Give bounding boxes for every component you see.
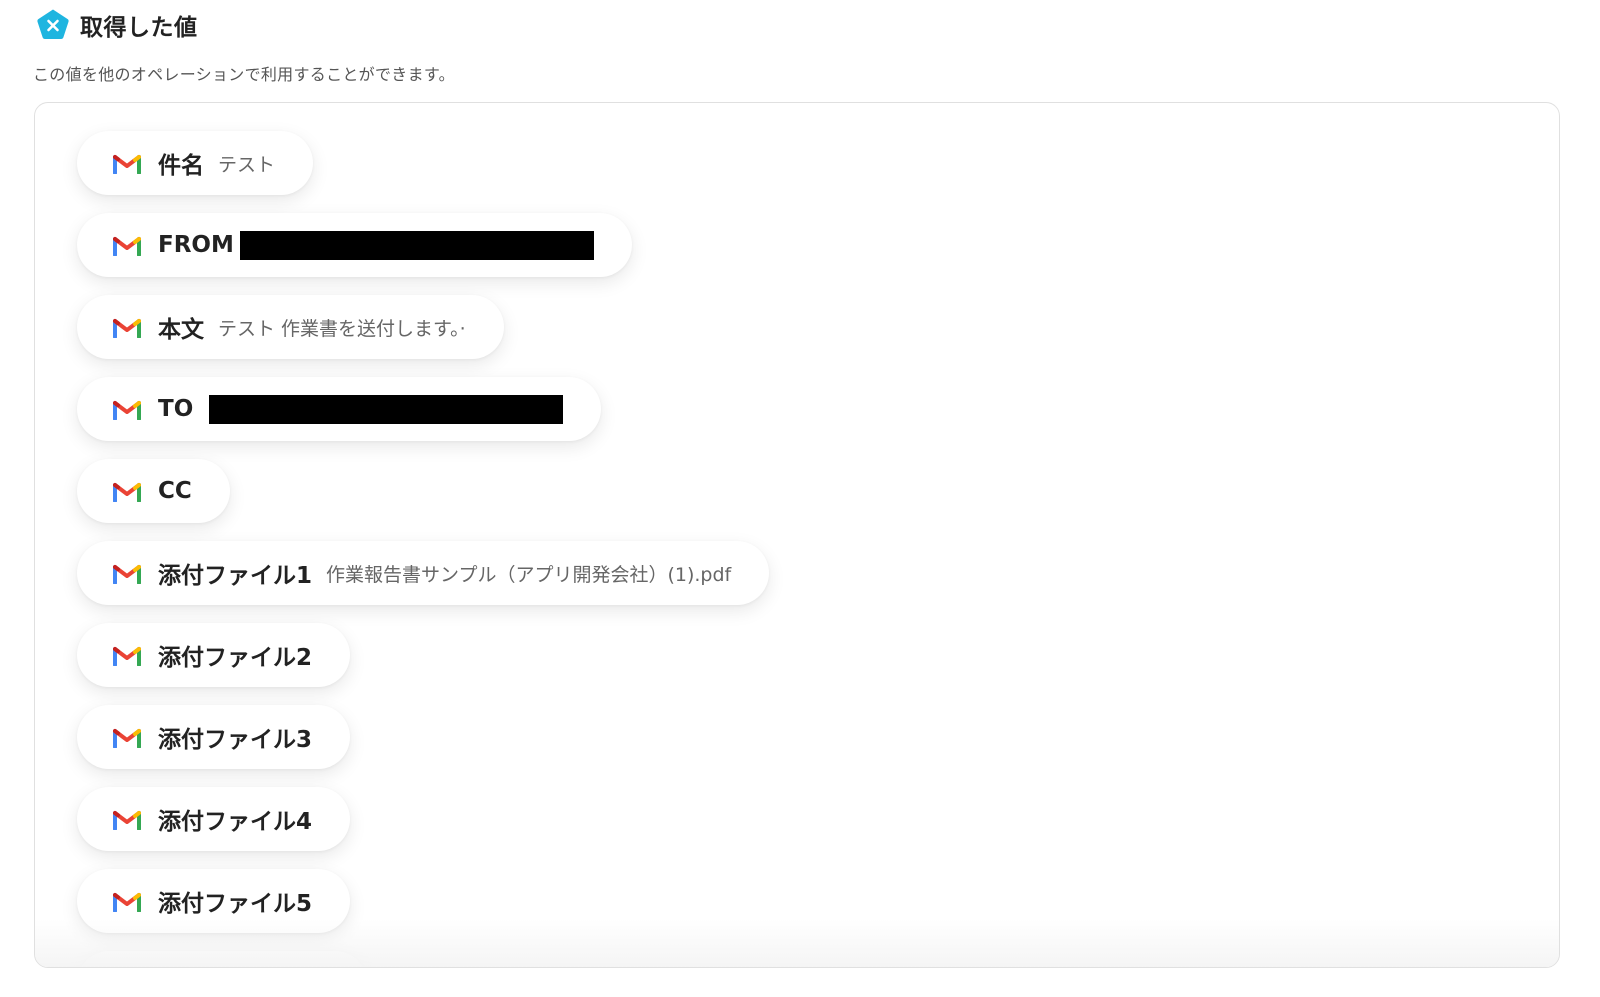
values-list: 件名 テスト FROM 本文 テスト 作業書を送付します。· TO CC 添付フ… bbox=[77, 131, 770, 967]
section-title: 取得した値 bbox=[80, 15, 198, 41]
value-pill-attachment-3[interactable]: 添付ファイル3 bbox=[77, 705, 351, 769]
gmail-icon bbox=[113, 318, 141, 338]
value-label: 添付ファイル2 bbox=[158, 645, 313, 671]
redacted-block bbox=[239, 230, 594, 260]
value-label: 添付ファイル4 bbox=[158, 809, 313, 835]
value-pill-from[interactable]: FROM bbox=[77, 213, 632, 277]
gmail-icon bbox=[113, 646, 141, 666]
section-header: 取得した値 bbox=[36, 8, 198, 42]
value-label: TO bbox=[158, 396, 194, 422]
value-pill-attachment-2[interactable]: 添付ファイル2 bbox=[77, 623, 351, 687]
value-text: テスト bbox=[218, 153, 276, 176]
value-label: 件名 bbox=[158, 153, 204, 179]
value-label: CC bbox=[158, 478, 192, 504]
value-pill-cc[interactable]: CC bbox=[77, 459, 230, 523]
value-label: 添付ファイル5 bbox=[158, 891, 313, 917]
yoom-pentagon-icon bbox=[37, 9, 69, 39]
gmail-icon bbox=[113, 482, 141, 502]
redacted-block bbox=[209, 394, 564, 424]
value-pill-to[interactable]: TO bbox=[77, 377, 602, 441]
value-text: 作業報告書サンプル（アプリ開発会社）(1).pdf bbox=[326, 563, 732, 586]
gmail-icon bbox=[113, 728, 141, 748]
gmail-icon bbox=[113, 154, 141, 174]
gmail-icon bbox=[113, 400, 141, 420]
value-pill-attachment-4[interactable]: 添付ファイル4 bbox=[77, 787, 351, 851]
gmail-icon bbox=[113, 564, 141, 584]
value-label: 添付ファイル1 bbox=[158, 563, 313, 589]
scroll-fade bbox=[35, 919, 1559, 967]
value-label: FROM bbox=[158, 232, 234, 258]
value-pill-body[interactable]: 本文 テスト 作業書を送付します。· bbox=[77, 295, 504, 359]
gmail-icon bbox=[113, 236, 141, 256]
value-pill-attachment-1[interactable]: 添付ファイル1 作業報告書サンプル（アプリ開発会社）(1).pdf bbox=[77, 541, 770, 605]
section-description: この値を他のオペレーションで利用することができます。 bbox=[33, 65, 455, 84]
values-panel[interactable]: 件名 テスト FROM 本文 テスト 作業書を送付します。· TO CC 添付フ… bbox=[34, 102, 1560, 968]
value-label: 添付ファイル3 bbox=[158, 727, 313, 753]
gmail-icon bbox=[113, 810, 141, 830]
value-label: 本文 bbox=[158, 317, 204, 343]
value-pill-subject[interactable]: 件名 テスト bbox=[77, 131, 314, 195]
value-text: テスト 作業書を送付します。· bbox=[218, 317, 466, 340]
gmail-icon bbox=[113, 892, 141, 912]
